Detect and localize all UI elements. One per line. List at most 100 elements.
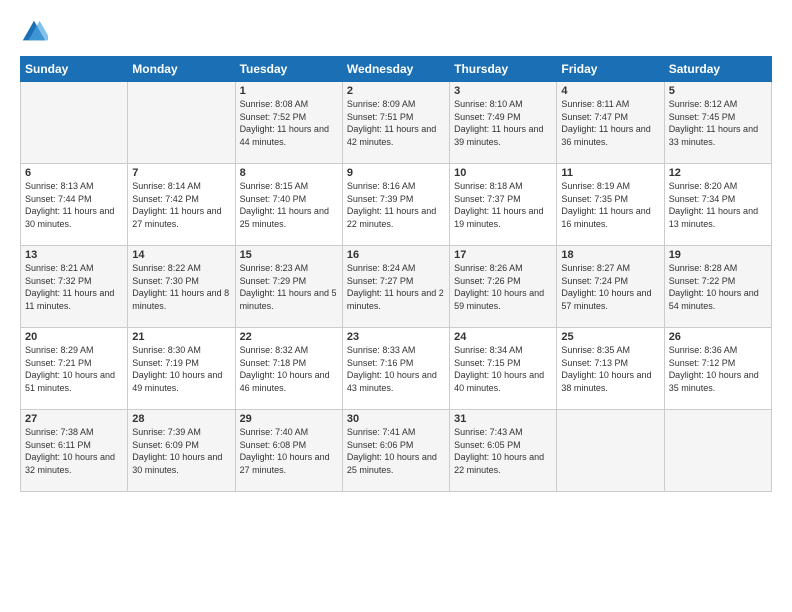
cell-info-0-6: Sunrise: 8:12 AM Sunset: 7:45 PM Dayligh… <box>669 98 767 148</box>
cell-4-4: 31Sunrise: 7:43 AM Sunset: 6:05 PM Dayli… <box>450 410 557 492</box>
cell-info-1-2: Sunrise: 8:15 AM Sunset: 7:40 PM Dayligh… <box>240 180 338 230</box>
day-num-4-4: 31 <box>454 413 552 425</box>
logo <box>20 18 50 46</box>
cell-4-3: 30Sunrise: 7:41 AM Sunset: 6:06 PM Dayli… <box>342 410 449 492</box>
cell-info-2-6: Sunrise: 8:28 AM Sunset: 7:22 PM Dayligh… <box>669 262 767 312</box>
day-num-1-4: 10 <box>454 167 552 179</box>
cell-info-3-1: Sunrise: 8:30 AM Sunset: 7:19 PM Dayligh… <box>132 344 230 394</box>
cell-1-1: 7Sunrise: 8:14 AM Sunset: 7:42 PM Daylig… <box>128 164 235 246</box>
cell-info-3-2: Sunrise: 8:32 AM Sunset: 7:18 PM Dayligh… <box>240 344 338 394</box>
day-num-0-4: 3 <box>454 85 552 97</box>
cell-info-3-5: Sunrise: 8:35 AM Sunset: 7:13 PM Dayligh… <box>561 344 659 394</box>
cell-info-3-0: Sunrise: 8:29 AM Sunset: 7:21 PM Dayligh… <box>25 344 123 394</box>
day-num-0-5: 4 <box>561 85 659 97</box>
cell-0-4: 3Sunrise: 8:10 AM Sunset: 7:49 PM Daylig… <box>450 82 557 164</box>
cell-info-2-4: Sunrise: 8:26 AM Sunset: 7:26 PM Dayligh… <box>454 262 552 312</box>
cell-info-2-0: Sunrise: 8:21 AM Sunset: 7:32 PM Dayligh… <box>25 262 123 312</box>
cell-4-2: 29Sunrise: 7:40 AM Sunset: 6:08 PM Dayli… <box>235 410 342 492</box>
cell-2-3: 16Sunrise: 8:24 AM Sunset: 7:27 PM Dayli… <box>342 246 449 328</box>
week-row-2: 13Sunrise: 8:21 AM Sunset: 7:32 PM Dayli… <box>21 246 772 328</box>
cell-3-6: 26Sunrise: 8:36 AM Sunset: 7:12 PM Dayli… <box>664 328 771 410</box>
cell-info-1-5: Sunrise: 8:19 AM Sunset: 7:35 PM Dayligh… <box>561 180 659 230</box>
day-num-3-3: 23 <box>347 331 445 343</box>
cell-2-6: 19Sunrise: 8:28 AM Sunset: 7:22 PM Dayli… <box>664 246 771 328</box>
day-num-0-2: 1 <box>240 85 338 97</box>
cell-info-4-3: Sunrise: 7:41 AM Sunset: 6:06 PM Dayligh… <box>347 426 445 476</box>
logo-icon <box>20 18 48 46</box>
calendar-table: Sunday Monday Tuesday Wednesday Thursday… <box>20 56 772 492</box>
day-num-2-3: 16 <box>347 249 445 261</box>
week-row-4: 27Sunrise: 7:38 AM Sunset: 6:11 PM Dayli… <box>21 410 772 492</box>
cell-3-5: 25Sunrise: 8:35 AM Sunset: 7:13 PM Dayli… <box>557 328 664 410</box>
cell-info-2-2: Sunrise: 8:23 AM Sunset: 7:29 PM Dayligh… <box>240 262 338 312</box>
cell-info-2-5: Sunrise: 8:27 AM Sunset: 7:24 PM Dayligh… <box>561 262 659 312</box>
cell-info-4-1: Sunrise: 7:39 AM Sunset: 6:09 PM Dayligh… <box>132 426 230 476</box>
cell-info-1-4: Sunrise: 8:18 AM Sunset: 7:37 PM Dayligh… <box>454 180 552 230</box>
header-friday: Friday <box>557 57 664 82</box>
cell-info-3-3: Sunrise: 8:33 AM Sunset: 7:16 PM Dayligh… <box>347 344 445 394</box>
day-num-4-1: 28 <box>132 413 230 425</box>
week-row-0: 1Sunrise: 8:08 AM Sunset: 7:52 PM Daylig… <box>21 82 772 164</box>
day-num-3-1: 21 <box>132 331 230 343</box>
day-num-2-1: 14 <box>132 249 230 261</box>
day-num-1-2: 8 <box>240 167 338 179</box>
header-thursday: Thursday <box>450 57 557 82</box>
week-row-3: 20Sunrise: 8:29 AM Sunset: 7:21 PM Dayli… <box>21 328 772 410</box>
cell-1-0: 6Sunrise: 8:13 AM Sunset: 7:44 PM Daylig… <box>21 164 128 246</box>
cell-3-3: 23Sunrise: 8:33 AM Sunset: 7:16 PM Dayli… <box>342 328 449 410</box>
day-num-2-6: 19 <box>669 249 767 261</box>
day-num-3-5: 25 <box>561 331 659 343</box>
day-num-2-4: 17 <box>454 249 552 261</box>
cell-info-3-6: Sunrise: 8:36 AM Sunset: 7:12 PM Dayligh… <box>669 344 767 394</box>
cell-1-6: 12Sunrise: 8:20 AM Sunset: 7:34 PM Dayli… <box>664 164 771 246</box>
day-num-3-0: 20 <box>25 331 123 343</box>
day-num-1-5: 11 <box>561 167 659 179</box>
cell-4-5 <box>557 410 664 492</box>
cell-1-2: 8Sunrise: 8:15 AM Sunset: 7:40 PM Daylig… <box>235 164 342 246</box>
cell-4-1: 28Sunrise: 7:39 AM Sunset: 6:09 PM Dayli… <box>128 410 235 492</box>
day-num-1-1: 7 <box>132 167 230 179</box>
cell-0-3: 2Sunrise: 8:09 AM Sunset: 7:51 PM Daylig… <box>342 82 449 164</box>
header-tuesday: Tuesday <box>235 57 342 82</box>
week-row-1: 6Sunrise: 8:13 AM Sunset: 7:44 PM Daylig… <box>21 164 772 246</box>
cell-0-0 <box>21 82 128 164</box>
cell-2-5: 18Sunrise: 8:27 AM Sunset: 7:24 PM Dayli… <box>557 246 664 328</box>
cell-info-4-0: Sunrise: 7:38 AM Sunset: 6:11 PM Dayligh… <box>25 426 123 476</box>
cell-3-4: 24Sunrise: 8:34 AM Sunset: 7:15 PM Dayli… <box>450 328 557 410</box>
cell-3-0: 20Sunrise: 8:29 AM Sunset: 7:21 PM Dayli… <box>21 328 128 410</box>
page: Sunday Monday Tuesday Wednesday Thursday… <box>0 0 792 612</box>
cell-info-3-4: Sunrise: 8:34 AM Sunset: 7:15 PM Dayligh… <box>454 344 552 394</box>
day-num-4-3: 30 <box>347 413 445 425</box>
day-num-4-0: 27 <box>25 413 123 425</box>
cell-info-0-5: Sunrise: 8:11 AM Sunset: 7:47 PM Dayligh… <box>561 98 659 148</box>
cell-0-1 <box>128 82 235 164</box>
day-num-2-0: 13 <box>25 249 123 261</box>
cell-info-1-0: Sunrise: 8:13 AM Sunset: 7:44 PM Dayligh… <box>25 180 123 230</box>
cell-0-2: 1Sunrise: 8:08 AM Sunset: 7:52 PM Daylig… <box>235 82 342 164</box>
cell-4-6 <box>664 410 771 492</box>
cell-info-1-6: Sunrise: 8:20 AM Sunset: 7:34 PM Dayligh… <box>669 180 767 230</box>
cell-1-5: 11Sunrise: 8:19 AM Sunset: 7:35 PM Dayli… <box>557 164 664 246</box>
cell-info-2-1: Sunrise: 8:22 AM Sunset: 7:30 PM Dayligh… <box>132 262 230 312</box>
cell-1-3: 9Sunrise: 8:16 AM Sunset: 7:39 PM Daylig… <box>342 164 449 246</box>
cell-0-6: 5Sunrise: 8:12 AM Sunset: 7:45 PM Daylig… <box>664 82 771 164</box>
cell-4-0: 27Sunrise: 7:38 AM Sunset: 6:11 PM Dayli… <box>21 410 128 492</box>
day-num-0-6: 5 <box>669 85 767 97</box>
cell-0-5: 4Sunrise: 8:11 AM Sunset: 7:47 PM Daylig… <box>557 82 664 164</box>
cell-info-4-2: Sunrise: 7:40 AM Sunset: 6:08 PM Dayligh… <box>240 426 338 476</box>
day-num-2-5: 18 <box>561 249 659 261</box>
day-num-1-6: 12 <box>669 167 767 179</box>
cell-info-0-3: Sunrise: 8:09 AM Sunset: 7:51 PM Dayligh… <box>347 98 445 148</box>
cell-info-1-1: Sunrise: 8:14 AM Sunset: 7:42 PM Dayligh… <box>132 180 230 230</box>
day-num-1-3: 9 <box>347 167 445 179</box>
day-num-2-2: 15 <box>240 249 338 261</box>
cell-info-0-2: Sunrise: 8:08 AM Sunset: 7:52 PM Dayligh… <box>240 98 338 148</box>
day-num-1-0: 6 <box>25 167 123 179</box>
cell-2-0: 13Sunrise: 8:21 AM Sunset: 7:32 PM Dayli… <box>21 246 128 328</box>
cell-info-4-4: Sunrise: 7:43 AM Sunset: 6:05 PM Dayligh… <box>454 426 552 476</box>
cell-1-4: 10Sunrise: 8:18 AM Sunset: 7:37 PM Dayli… <box>450 164 557 246</box>
cell-info-2-3: Sunrise: 8:24 AM Sunset: 7:27 PM Dayligh… <box>347 262 445 312</box>
day-num-3-6: 26 <box>669 331 767 343</box>
header-saturday: Saturday <box>664 57 771 82</box>
cell-2-1: 14Sunrise: 8:22 AM Sunset: 7:30 PM Dayli… <box>128 246 235 328</box>
